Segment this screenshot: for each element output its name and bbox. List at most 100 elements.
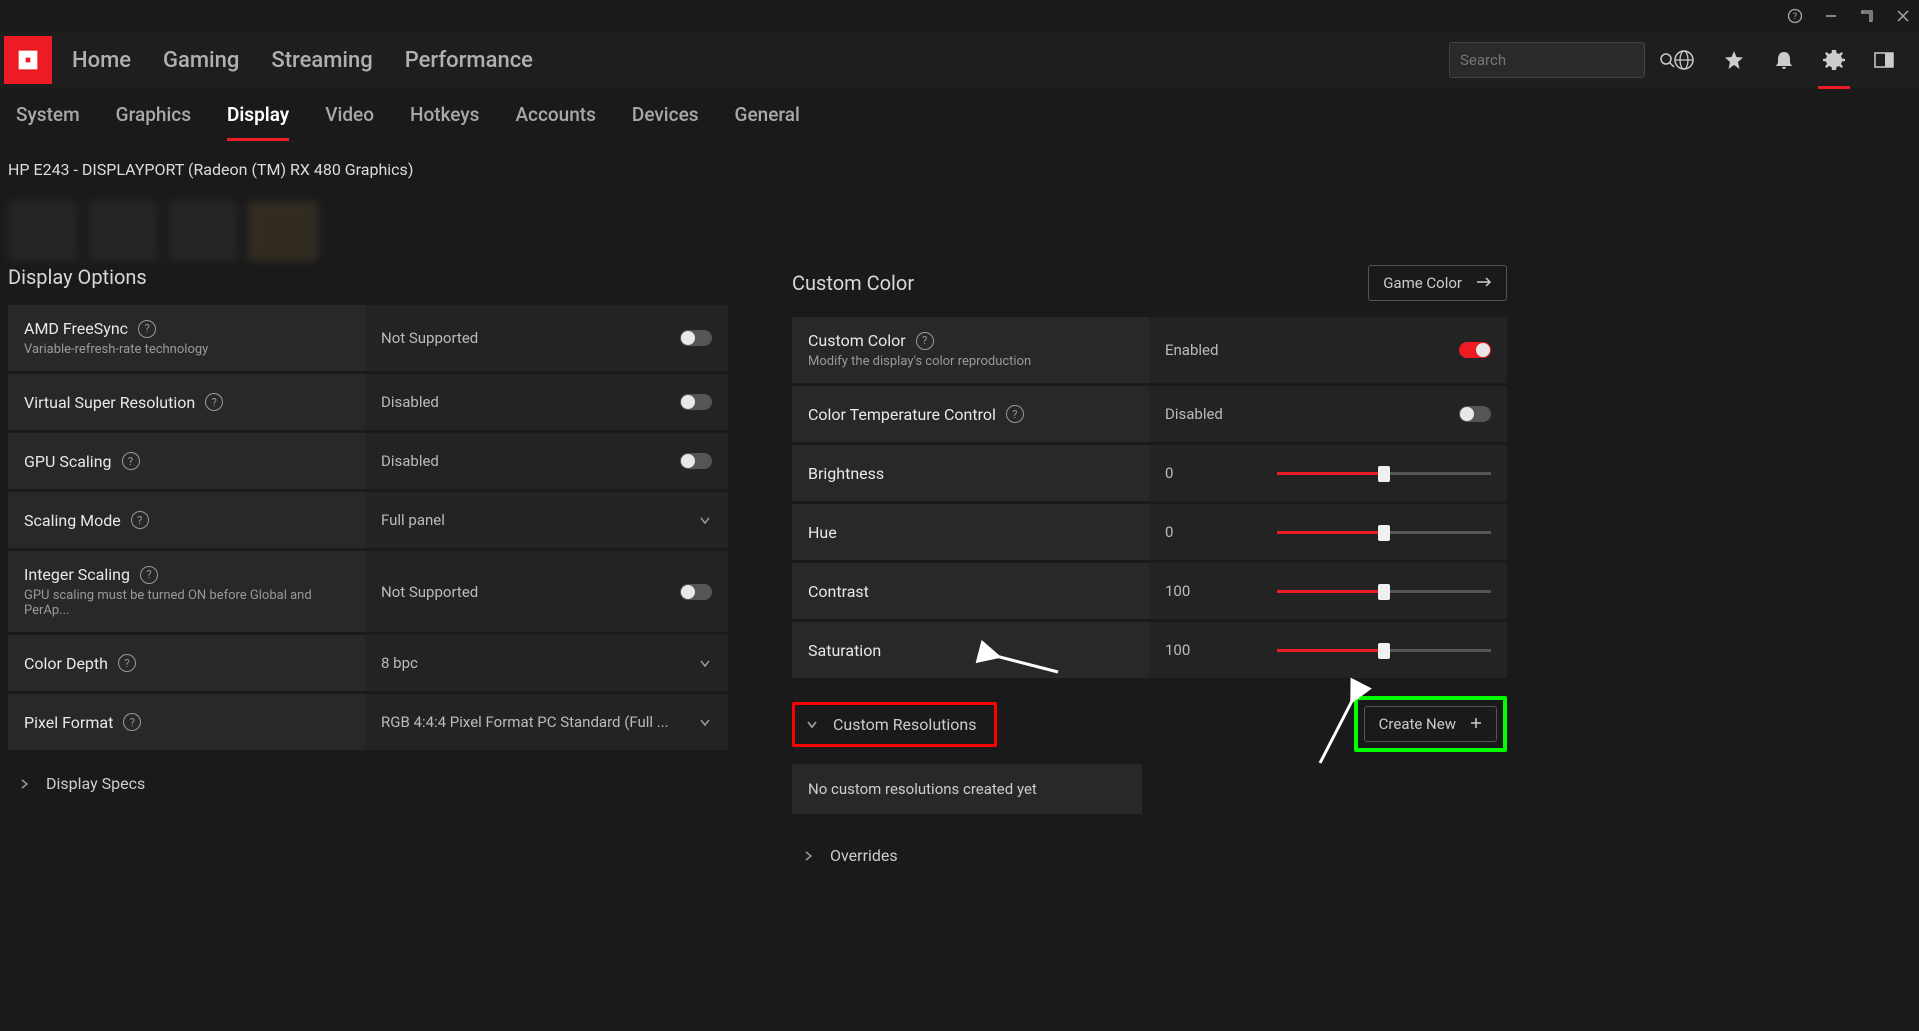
toggle[interactable] — [680, 584, 712, 600]
setting-title: GPU Scaling — [24, 452, 112, 471]
toggle[interactable] — [1459, 406, 1491, 422]
overrides-expand[interactable]: Overrides — [792, 832, 1507, 879]
setting-value[interactable]: RGB 4:4:4 Pixel Format PC Standard (Full… — [365, 694, 728, 750]
setting-value-text: Not Supported — [381, 329, 478, 347]
help-icon[interactable]: ? — [916, 332, 934, 350]
slider-title: Saturation — [808, 641, 881, 660]
subnav-hotkeys[interactable]: Hotkeys — [410, 91, 479, 138]
setting-label: GPU Scaling? — [8, 433, 365, 489]
subnav-accounts[interactable]: Accounts — [515, 91, 595, 138]
setting-value: Disabled — [365, 433, 728, 489]
setting-row: Integer Scaling? GPU scaling must be turn… — [8, 551, 728, 632]
slider-value-cell: 100 — [1149, 563, 1507, 619]
setting-value-text: Not Supported — [381, 583, 478, 601]
setting-label: Custom Color?Modify the display's color … — [792, 317, 1149, 383]
slider-value-cell: 0 — [1149, 445, 1507, 501]
search-box[interactable] — [1449, 42, 1645, 78]
help-icon[interactable]: ? — [118, 654, 136, 672]
custom-color-title: Custom Color — [792, 271, 914, 295]
help-icon[interactable]: ? — [205, 393, 223, 411]
help-icon[interactable]: ? — [138, 320, 156, 338]
toggle[interactable] — [680, 394, 712, 410]
help-icon[interactable]: ? — [1006, 405, 1024, 423]
setting-title: Color Depth — [24, 654, 108, 673]
setting-value-text: Enabled — [1165, 341, 1218, 359]
no-custom-resolutions-msg: No custom resolutions created yet — [792, 764, 1142, 814]
help-icon[interactable]: ? — [123, 713, 141, 731]
arrow-right-icon — [1476, 274, 1492, 292]
setting-label: Pixel Format? — [8, 694, 365, 750]
title-bar: ? — [0, 0, 1919, 32]
chevron-right-icon — [802, 849, 816, 863]
setting-value-text: 8 bpc — [381, 654, 418, 672]
setting-value-text: Disabled — [381, 452, 439, 470]
setting-label: Integer Scaling? GPU scaling must be turn… — [8, 551, 365, 632]
slider[interactable] — [1277, 472, 1491, 475]
setting-subtitle: GPU scaling must be turned ON before Glo… — [24, 588, 349, 618]
gear-icon[interactable] — [1823, 49, 1845, 71]
chevron-down-icon — [805, 717, 819, 731]
game-color-button[interactable]: Game Color — [1368, 265, 1507, 301]
create-new-button[interactable]: Create New — [1364, 706, 1497, 742]
setting-value: Not Supported — [365, 551, 728, 632]
subnav-system[interactable]: System — [16, 91, 80, 138]
custom-resolutions-expand[interactable]: Custom Resolutions — [792, 702, 997, 747]
setting-subtitle: Modify the display's color reproduction — [808, 354, 1133, 369]
setting-title: Integer Scaling — [24, 565, 130, 584]
maximize-icon[interactable] — [1859, 8, 1875, 24]
subnav-devices[interactable]: Devices — [632, 91, 699, 138]
chevron-down-icon — [698, 656, 712, 670]
slider[interactable] — [1277, 590, 1491, 593]
setting-label: Scaling Mode? — [8, 492, 365, 548]
star-icon[interactable] — [1723, 49, 1745, 71]
slider-value: 0 — [1165, 464, 1195, 482]
slider[interactable] — [1277, 649, 1491, 652]
plus-icon — [1470, 715, 1482, 733]
toggle[interactable] — [680, 330, 712, 346]
create-new-highlight: Create New — [1354, 696, 1507, 752]
custom-resolutions-label: Custom Resolutions — [833, 715, 976, 734]
nav-performance[interactable]: Performance — [405, 48, 533, 73]
slider-value-cell: 100 — [1149, 622, 1507, 678]
help-icon[interactable]: ? — [131, 511, 149, 529]
slider[interactable] — [1277, 531, 1491, 534]
subnav-graphics[interactable]: Graphics — [116, 91, 191, 138]
slider-value: 100 — [1165, 641, 1195, 659]
minimize-icon[interactable] — [1823, 8, 1839, 24]
nav-home[interactable]: Home — [72, 48, 131, 73]
thumbnail-strip — [8, 201, 408, 291]
globe-icon[interactable] — [1673, 49, 1695, 71]
setting-value: Enabled — [1149, 317, 1507, 383]
slider-value: 0 — [1165, 523, 1195, 541]
svg-text:?: ? — [1793, 12, 1797, 22]
slider-value: 100 — [1165, 582, 1195, 600]
subnav-display[interactable]: Display — [227, 91, 289, 138]
help-icon[interactable]: ? — [122, 452, 140, 470]
display-specs-expand[interactable]: Display Specs — [8, 760, 728, 807]
setting-value: Not Supported — [365, 305, 728, 371]
help-icon[interactable]: ? — [140, 566, 158, 584]
toggle[interactable] — [1459, 342, 1491, 358]
create-new-label: Create New — [1379, 715, 1456, 733]
bell-icon[interactable] — [1773, 49, 1795, 71]
search-input[interactable] — [1460, 51, 1659, 69]
setting-title: Color Temperature Control — [808, 405, 996, 424]
panel-icon[interactable] — [1873, 49, 1895, 71]
setting-value-text: Full panel — [381, 511, 445, 529]
subnav-general[interactable]: General — [735, 91, 800, 138]
setting-value[interactable]: 8 bpc — [365, 635, 728, 691]
toggle[interactable] — [680, 453, 712, 469]
setting-value[interactable]: Full panel — [365, 492, 728, 548]
subnav-video[interactable]: Video — [325, 91, 374, 138]
amd-logo[interactable] — [4, 36, 52, 84]
slider-title: Contrast — [808, 582, 869, 601]
setting-label: Color Temperature Control? — [792, 386, 1149, 442]
setting-row: Scaling Mode? Full panel — [8, 492, 728, 548]
setting-row: Color Temperature Control?Disabled — [792, 386, 1507, 442]
setting-label: Saturation — [792, 622, 1149, 678]
nav-gaming[interactable]: Gaming — [163, 48, 239, 73]
main-navbar: Home Gaming Streaming Performance — [0, 32, 1919, 88]
help-icon[interactable]: ? — [1787, 8, 1803, 24]
nav-streaming[interactable]: Streaming — [271, 48, 372, 73]
close-icon[interactable] — [1895, 8, 1911, 24]
